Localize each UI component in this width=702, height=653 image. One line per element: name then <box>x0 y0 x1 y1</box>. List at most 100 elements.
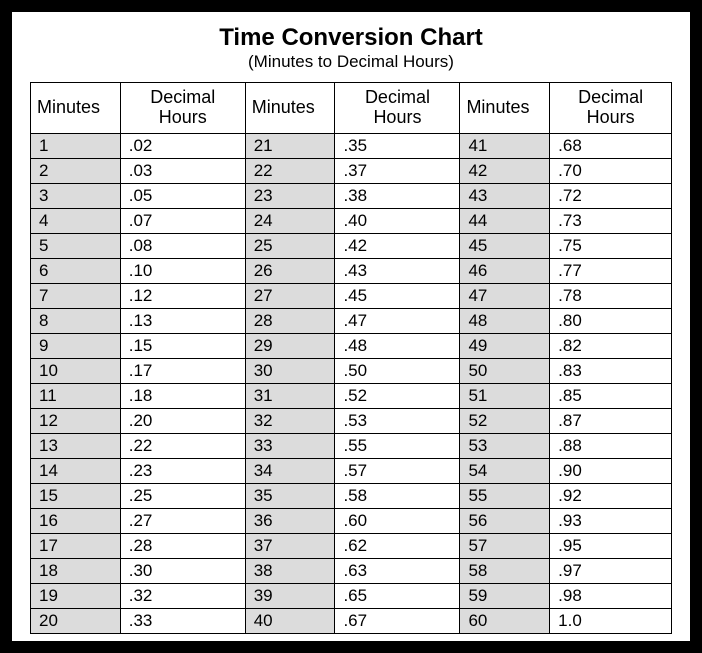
cell-minutes: 4 <box>31 208 121 233</box>
cell-decimal: .35 <box>335 133 460 158</box>
cell-minutes: 56 <box>460 508 550 533</box>
cell-decimal: .18 <box>120 383 245 408</box>
cell-decimal: .80 <box>550 308 672 333</box>
cell-minutes: 52 <box>460 408 550 433</box>
cell-decimal: .85 <box>550 383 672 408</box>
cell-decimal: .03 <box>120 158 245 183</box>
cell-decimal: .42 <box>335 233 460 258</box>
cell-minutes: 55 <box>460 483 550 508</box>
table-row: 15.2535.5855.92 <box>31 483 672 508</box>
cell-minutes: 41 <box>460 133 550 158</box>
cell-decimal: 1.0 <box>550 608 672 633</box>
cell-minutes: 49 <box>460 333 550 358</box>
col-header-decimal: Decimal Hours <box>550 83 672 134</box>
cell-minutes: 2 <box>31 158 121 183</box>
cell-minutes: 38 <box>245 558 335 583</box>
cell-minutes: 7 <box>31 283 121 308</box>
table-row: 3.0523.3843.72 <box>31 183 672 208</box>
cell-minutes: 32 <box>245 408 335 433</box>
cell-decimal: .15 <box>120 333 245 358</box>
table-row: 13.2233.5553.88 <box>31 433 672 458</box>
table-row: 10.1730.5050.83 <box>31 358 672 383</box>
cell-minutes: 8 <box>31 308 121 333</box>
cell-minutes: 3 <box>31 183 121 208</box>
cell-decimal: .82 <box>550 333 672 358</box>
col-header-decimal: Decimal Hours <box>335 83 460 134</box>
cell-minutes: 13 <box>31 433 121 458</box>
cell-decimal: .52 <box>335 383 460 408</box>
cell-minutes: 29 <box>245 333 335 358</box>
table-row: 4.0724.4044.73 <box>31 208 672 233</box>
cell-decimal: .72 <box>550 183 672 208</box>
cell-minutes: 28 <box>245 308 335 333</box>
cell-decimal: .27 <box>120 508 245 533</box>
cell-minutes: 1 <box>31 133 121 158</box>
table-row: 8.1328.4748.80 <box>31 308 672 333</box>
cell-minutes: 16 <box>31 508 121 533</box>
cell-decimal: .78 <box>550 283 672 308</box>
col-header-decimal: Decimal Hours <box>120 83 245 134</box>
cell-minutes: 15 <box>31 483 121 508</box>
cell-decimal: .53 <box>335 408 460 433</box>
cell-decimal: .30 <box>120 558 245 583</box>
table-row: 16.2736.6056.93 <box>31 508 672 533</box>
cell-decimal: .47 <box>335 308 460 333</box>
table-row: 5.0825.4245.75 <box>31 233 672 258</box>
cell-minutes: 40 <box>245 608 335 633</box>
cell-decimal: .48 <box>335 333 460 358</box>
cell-decimal: .58 <box>335 483 460 508</box>
cell-decimal: .63 <box>335 558 460 583</box>
table-row: 19.3239.6559.98 <box>31 583 672 608</box>
cell-decimal: .28 <box>120 533 245 558</box>
cell-minutes: 53 <box>460 433 550 458</box>
cell-minutes: 11 <box>31 383 121 408</box>
cell-minutes: 26 <box>245 258 335 283</box>
table-row: 14.2334.5754.90 <box>31 458 672 483</box>
cell-decimal: .32 <box>120 583 245 608</box>
cell-decimal: .73 <box>550 208 672 233</box>
cell-minutes: 48 <box>460 308 550 333</box>
cell-decimal: .38 <box>335 183 460 208</box>
cell-decimal: .23 <box>120 458 245 483</box>
cell-minutes: 6 <box>31 258 121 283</box>
cell-minutes: 20 <box>31 608 121 633</box>
col-header-minutes: Minutes <box>31 83 121 134</box>
cell-decimal: .68 <box>550 133 672 158</box>
cell-decimal: .17 <box>120 358 245 383</box>
cell-minutes: 10 <box>31 358 121 383</box>
cell-minutes: 5 <box>31 233 121 258</box>
cell-decimal: .12 <box>120 283 245 308</box>
table-body: 1.0221.3541.682.0322.3742.703.0523.3843.… <box>31 133 672 633</box>
col-header-minutes: Minutes <box>460 83 550 134</box>
cell-minutes: 46 <box>460 258 550 283</box>
cell-decimal: .88 <box>550 433 672 458</box>
cell-minutes: 19 <box>31 583 121 608</box>
cell-minutes: 47 <box>460 283 550 308</box>
cell-decimal: .57 <box>335 458 460 483</box>
cell-minutes: 42 <box>460 158 550 183</box>
cell-minutes: 22 <box>245 158 335 183</box>
table-header-row: Minutes Decimal Hours Minutes Decimal Ho… <box>31 83 672 134</box>
cell-minutes: 30 <box>245 358 335 383</box>
cell-decimal: .37 <box>335 158 460 183</box>
cell-decimal: .67 <box>335 608 460 633</box>
table-row: 1.0221.3541.68 <box>31 133 672 158</box>
cell-decimal: .05 <box>120 183 245 208</box>
cell-decimal: .65 <box>335 583 460 608</box>
cell-minutes: 25 <box>245 233 335 258</box>
cell-minutes: 17 <box>31 533 121 558</box>
cell-decimal: .55 <box>335 433 460 458</box>
cell-decimal: .45 <box>335 283 460 308</box>
cell-decimal: .77 <box>550 258 672 283</box>
cell-minutes: 18 <box>31 558 121 583</box>
cell-minutes: 57 <box>460 533 550 558</box>
cell-decimal: .13 <box>120 308 245 333</box>
conversion-table: Minutes Decimal Hours Minutes Decimal Ho… <box>30 82 672 634</box>
cell-decimal: .92 <box>550 483 672 508</box>
table-row: 2.0322.3742.70 <box>31 158 672 183</box>
cell-minutes: 27 <box>245 283 335 308</box>
cell-decimal: .97 <box>550 558 672 583</box>
table-row: 11.1831.5251.85 <box>31 383 672 408</box>
table-row: 20.3340.67601.0 <box>31 608 672 633</box>
chart-subtitle: (Minutes to Decimal Hours) <box>30 52 672 72</box>
